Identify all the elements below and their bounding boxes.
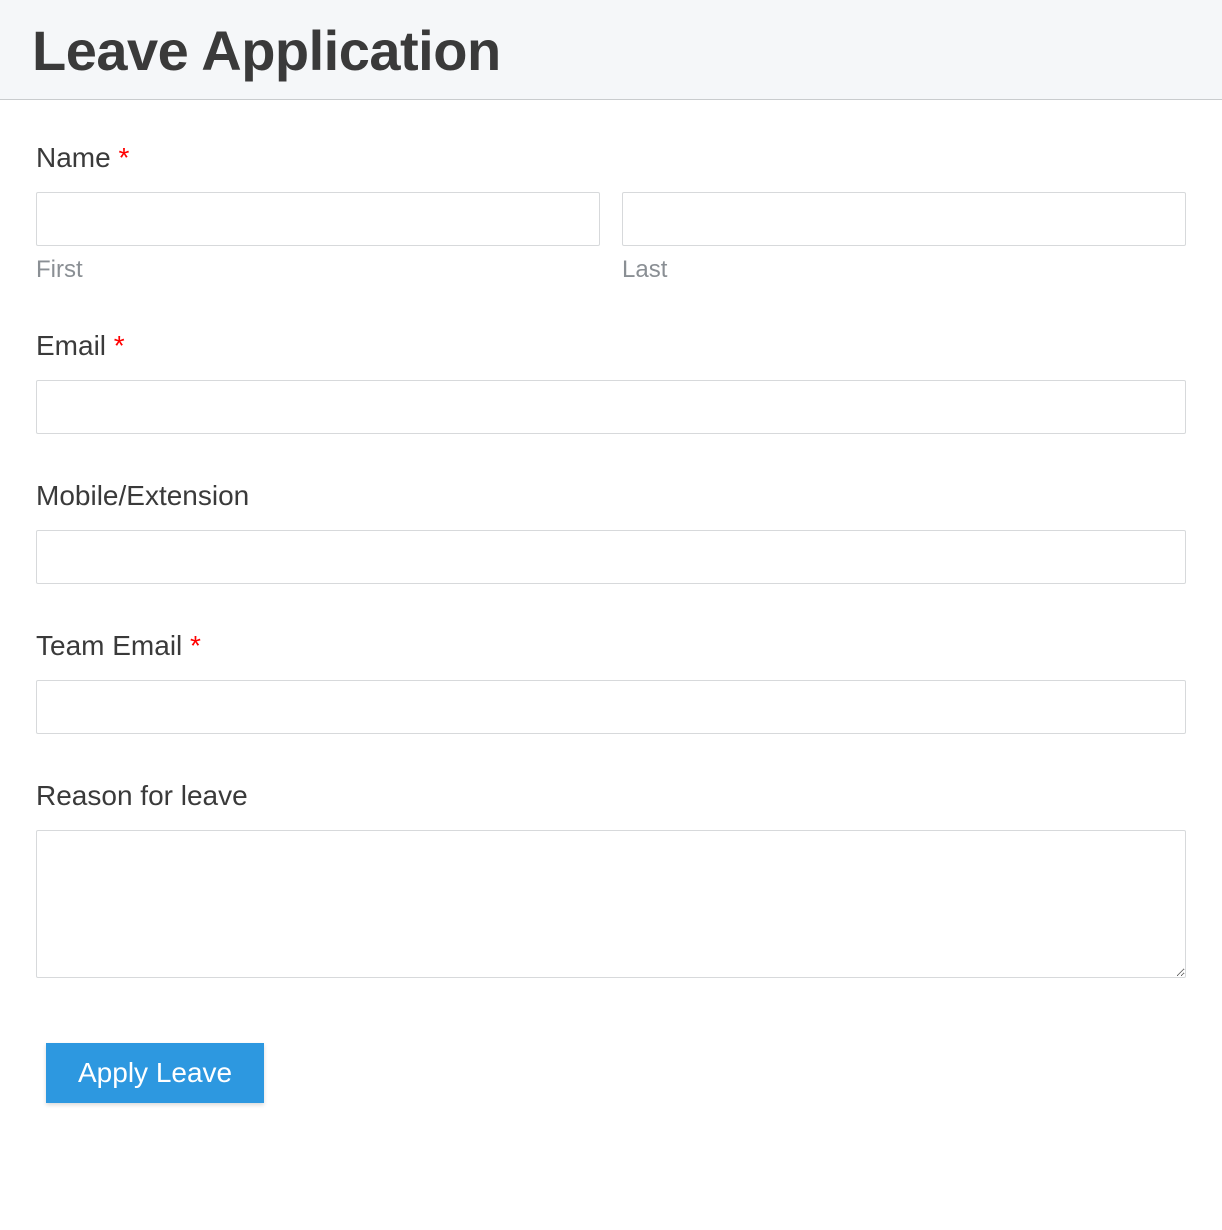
last-name-sublabel: Last xyxy=(622,256,1186,284)
field-team-email: Team Email * xyxy=(36,630,1186,734)
name-row: First Last xyxy=(36,192,1186,284)
reason-label-text: Reason for leave xyxy=(36,780,248,811)
page-title: Leave Application xyxy=(32,18,1190,83)
team-email-label-text: Team Email xyxy=(36,630,182,661)
last-name-input[interactable] xyxy=(622,192,1186,246)
name-label: Name * xyxy=(36,142,1186,174)
submit-row: Apply Leave xyxy=(36,1043,1186,1103)
team-email-input[interactable] xyxy=(36,680,1186,734)
form-header: Leave Application xyxy=(0,0,1222,100)
field-email: Email * xyxy=(36,330,1186,434)
first-name-input[interactable] xyxy=(36,192,600,246)
required-star: * xyxy=(114,330,125,361)
form-body: Name * First Last Email * Mobile/Extensi… xyxy=(0,100,1222,1153)
required-star: * xyxy=(118,142,129,173)
field-reason: Reason for leave xyxy=(36,780,1186,983)
reason-label: Reason for leave xyxy=(36,780,1186,812)
email-input[interactable] xyxy=(36,380,1186,434)
email-label: Email * xyxy=(36,330,1186,362)
field-name: Name * First Last xyxy=(36,142,1186,284)
last-name-col: Last xyxy=(622,192,1186,284)
first-name-sublabel: First xyxy=(36,256,600,284)
apply-leave-button[interactable]: Apply Leave xyxy=(46,1043,264,1103)
email-label-text: Email xyxy=(36,330,106,361)
mobile-label: Mobile/Extension xyxy=(36,480,1186,512)
reason-textarea[interactable] xyxy=(36,830,1186,978)
mobile-label-text: Mobile/Extension xyxy=(36,480,249,511)
mobile-input[interactable] xyxy=(36,530,1186,584)
team-email-label: Team Email * xyxy=(36,630,1186,662)
field-mobile: Mobile/Extension xyxy=(36,480,1186,584)
required-star: * xyxy=(190,630,201,661)
name-label-text: Name xyxy=(36,142,111,173)
first-name-col: First xyxy=(36,192,600,284)
